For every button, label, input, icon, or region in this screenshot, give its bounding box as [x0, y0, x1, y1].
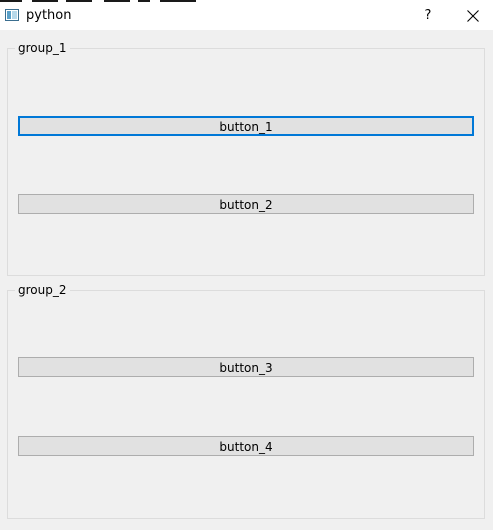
group-box-2: group_2: [7, 282, 485, 519]
button-4[interactable]: button_4: [18, 436, 474, 456]
button-3[interactable]: button_3: [18, 357, 474, 377]
group-1-title: group_1: [15, 40, 70, 56]
help-button[interactable]: ?: [412, 2, 444, 30]
app-window-icon: [5, 9, 19, 21]
title-bar[interactable]: python ?: [0, 2, 493, 30]
button-2[interactable]: button_2: [18, 194, 474, 214]
group-box-1: group_1: [7, 40, 485, 276]
button-1[interactable]: button_1: [18, 116, 474, 136]
close-icon: [467, 10, 479, 22]
group-2-title: group_2: [15, 282, 70, 298]
window-title: python: [26, 8, 72, 23]
close-button[interactable]: [456, 2, 490, 30]
app-window: python ? group_1 button_1 button_2 group…: [0, 0, 493, 530]
